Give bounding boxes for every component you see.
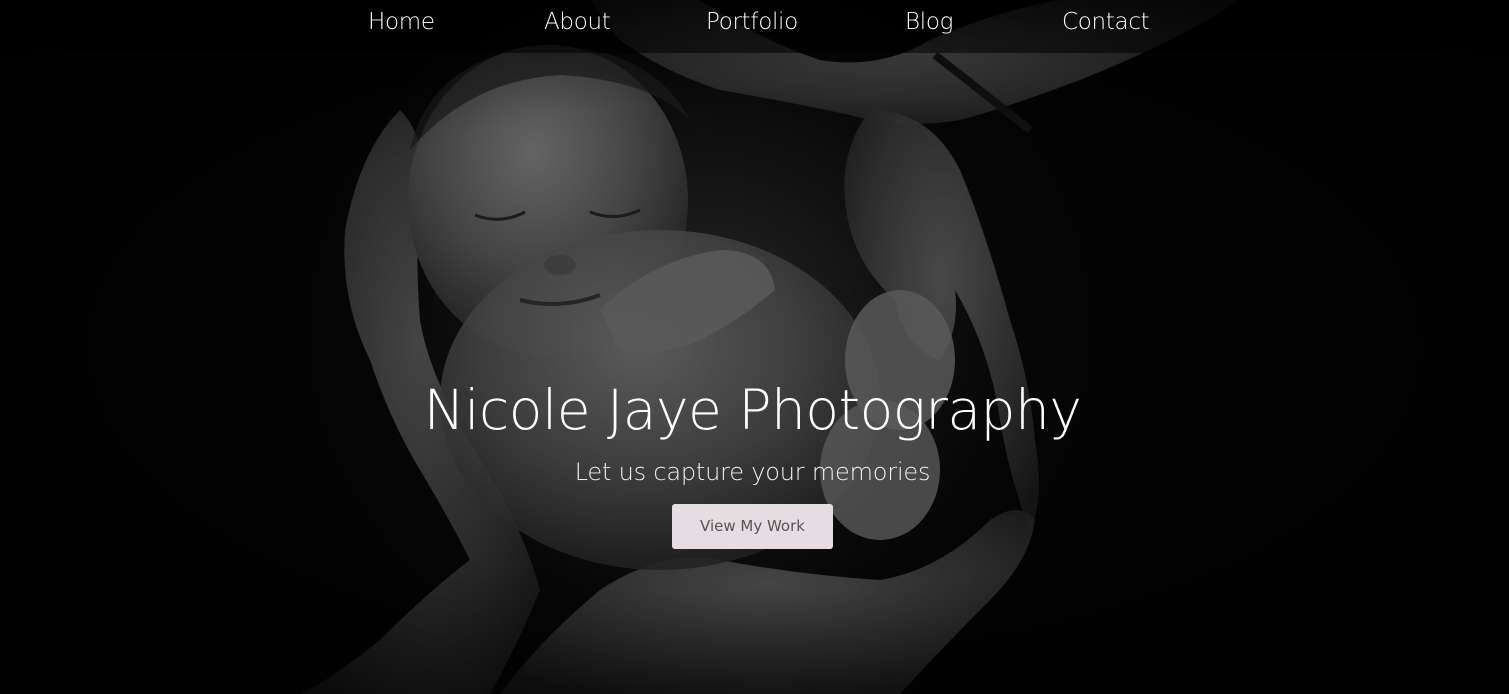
nav-link-about[interactable]: About: [544, 7, 611, 37]
nav-link-home[interactable]: Home: [368, 7, 435, 37]
hero-section: Home About Portfolio Blog Contact Nicole…: [0, 0, 1509, 694]
nav-link-portfolio[interactable]: Portfolio: [706, 7, 798, 37]
nav-link-blog[interactable]: Blog: [905, 7, 953, 37]
hero-title: Nicole Jaye Photography: [423, 378, 1082, 442]
nav-link-contact[interactable]: Contact: [1062, 7, 1150, 37]
hero-subtitle: Let us capture your memories: [574, 458, 931, 486]
hero-content: Nicole Jaye Photography Let us capture y…: [0, 0, 1509, 694]
main-navbar: Home About Portfolio Blog Contact: [0, 0, 1509, 53]
view-my-work-button[interactable]: View My Work: [672, 504, 833, 549]
